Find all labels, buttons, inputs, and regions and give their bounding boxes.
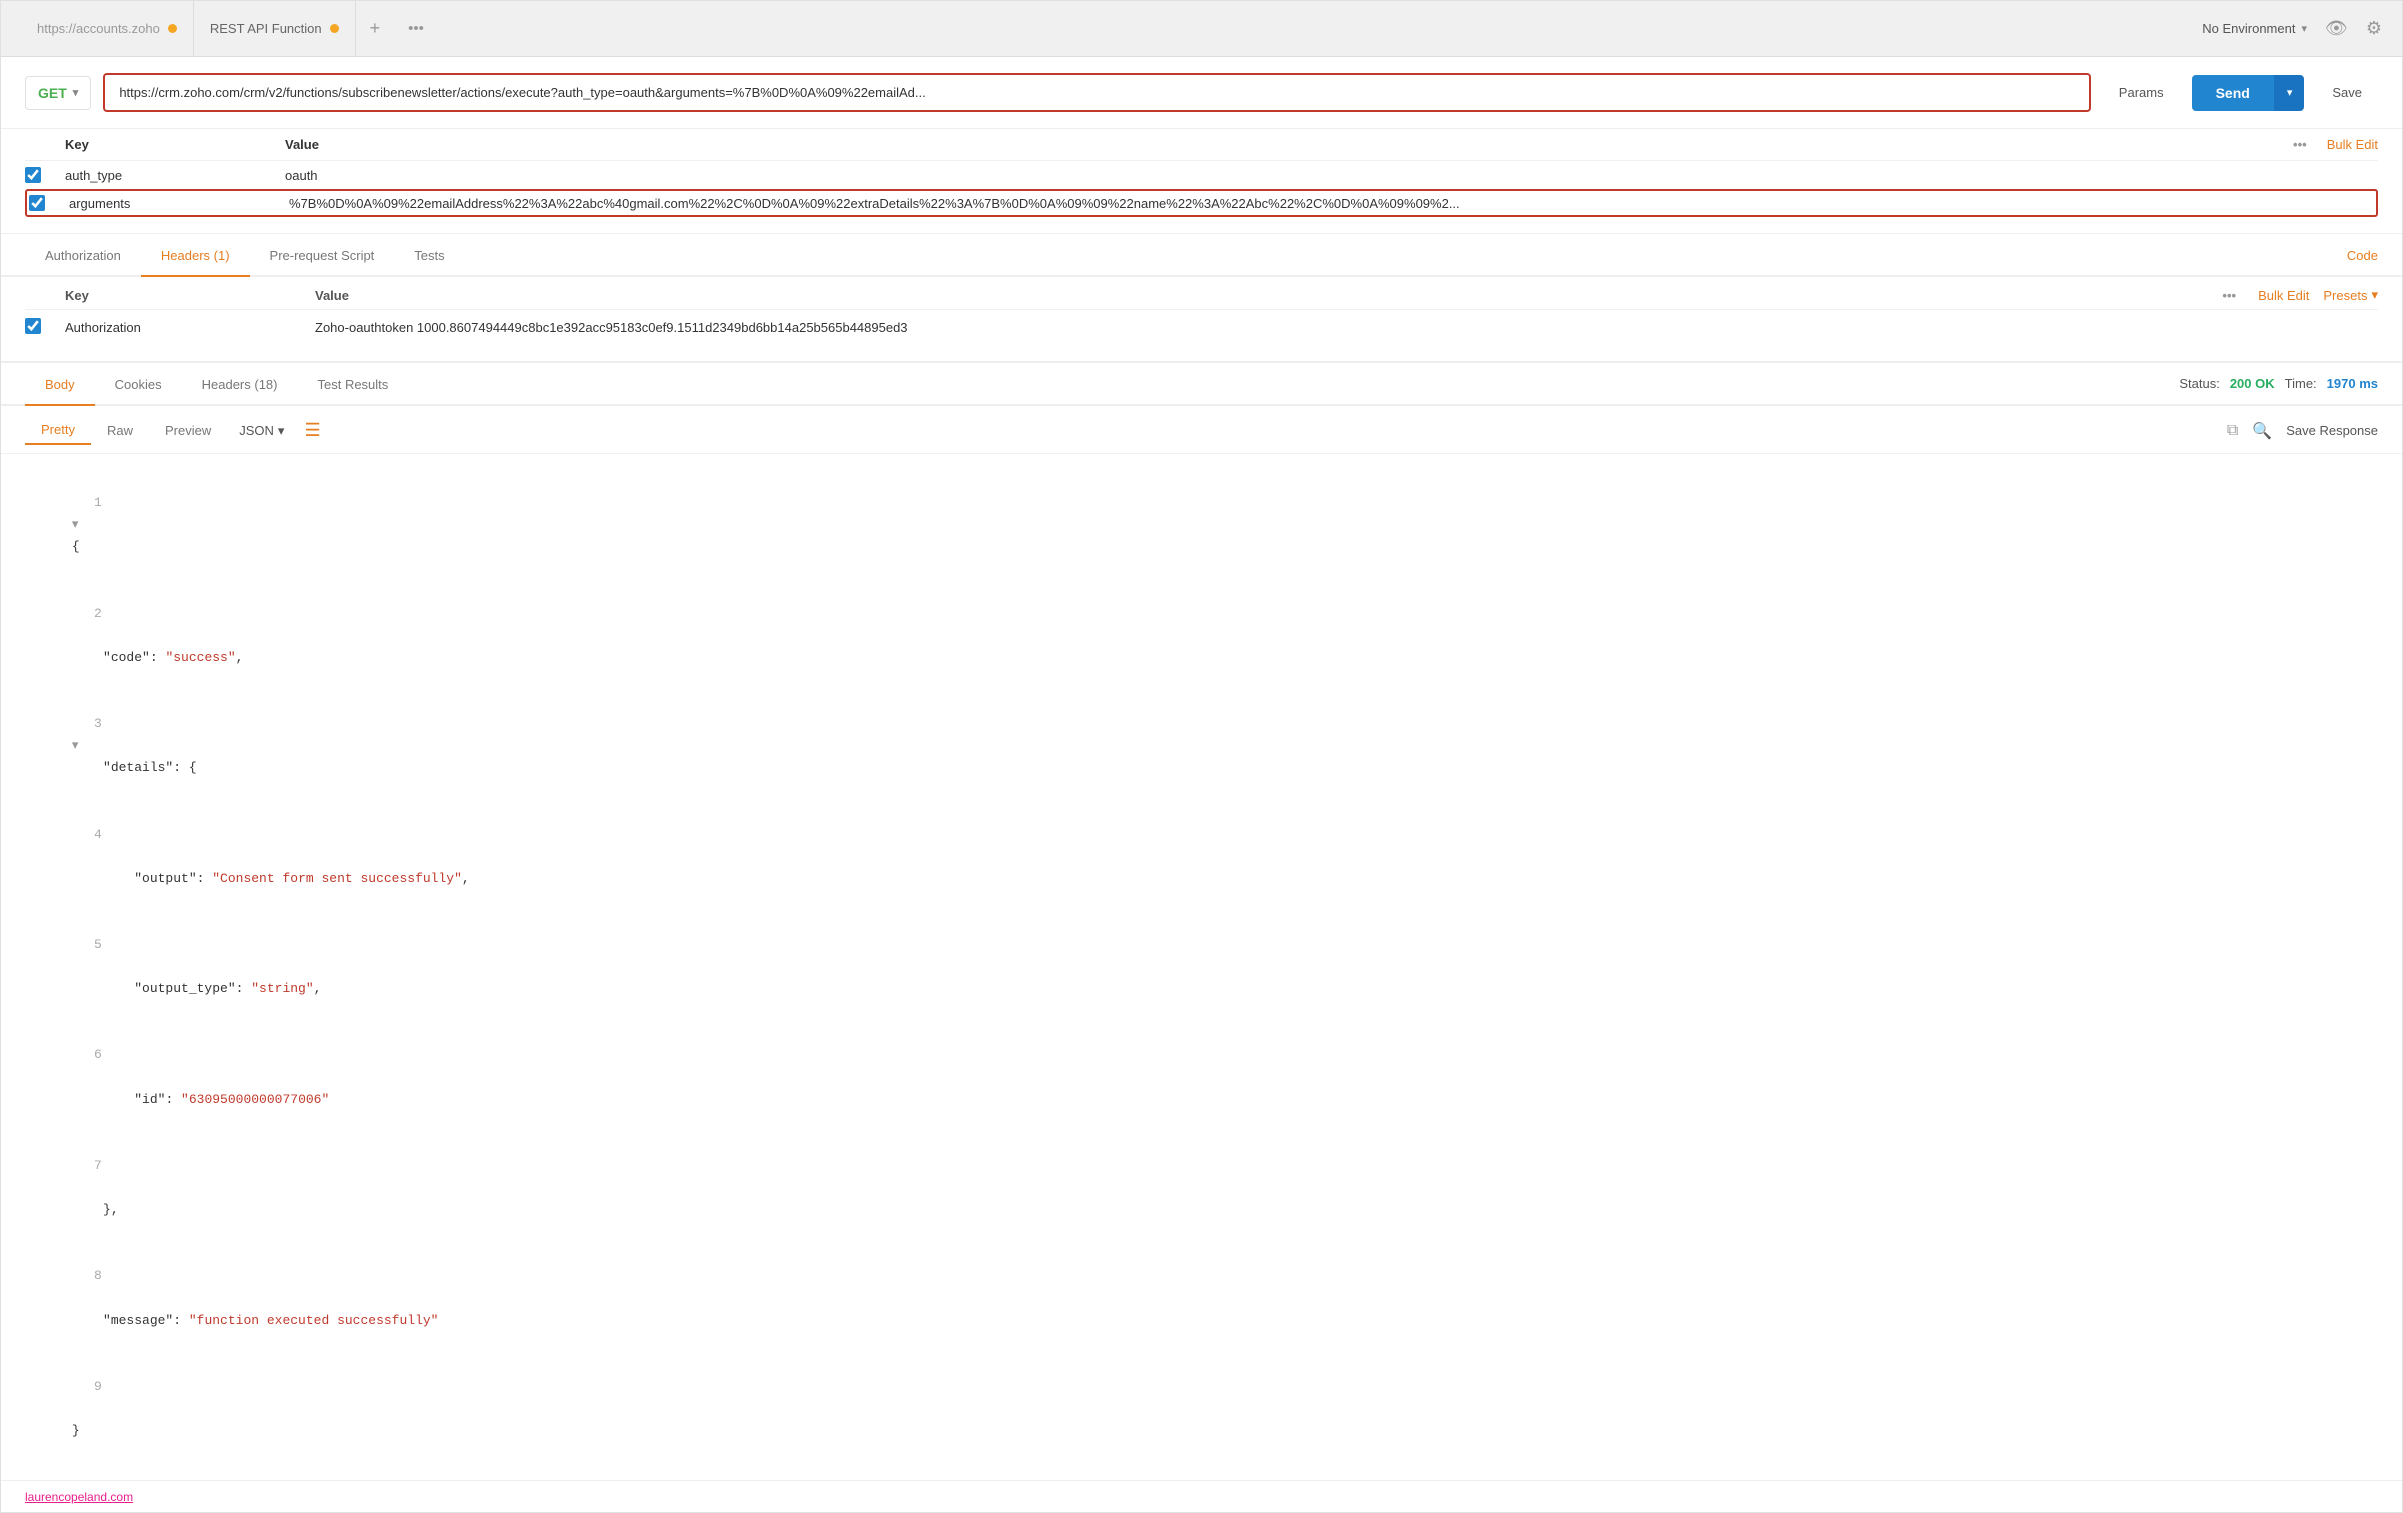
tab-bar: https://accounts.zoho REST API Function … (1, 1, 2402, 57)
param-arguments-key: arguments (69, 196, 289, 211)
format-tabs-bar: Pretty Raw Preview JSON ▾ ☰ ⧉ 🔍 Save Res… (1, 406, 2402, 454)
json-format-select[interactable]: JSON ▾ (227, 417, 296, 445)
param-auth-type-key: auth_type (65, 168, 285, 183)
response-tab-cookies[interactable]: Cookies (95, 363, 182, 406)
params-table-header: Key Value ••• Bulk Edit (25, 129, 2378, 160)
h-header-actions: ••• Bulk Edit Presets ▾ (2222, 287, 2378, 303)
tab-add-button[interactable]: + (356, 1, 395, 56)
param-auth-type-value: oauth (285, 168, 2378, 183)
json-line-2: 2 "code": "success", (25, 580, 2378, 690)
response-tabs-bar: Body Cookies Headers (18) Test Results S… (1, 363, 2402, 406)
time-value: 1970 ms (2327, 376, 2378, 391)
method-chevron-icon: ▾ (73, 86, 79, 99)
tab-pre-request[interactable]: Pre-request Script (250, 234, 395, 277)
h-key-col-header: Key (65, 288, 315, 303)
url-input[interactable] (103, 73, 2090, 112)
settings-icon[interactable]: ⚙ (2366, 18, 2382, 39)
footer: laurencopeland.com (1, 1480, 2402, 1512)
value-col-header: Value (285, 137, 2293, 152)
wrap-lines-icon[interactable]: ☰ (296, 420, 328, 441)
json-line-8: 8 "message": "function executed successf… (25, 1243, 2378, 1353)
send-dropdown-button[interactable]: ▾ (2274, 75, 2305, 111)
format-tab-pretty[interactable]: Pretty (25, 416, 91, 445)
section-tabs: Authorization Headers (1) Pre-request Sc… (1, 234, 2402, 277)
response-meta: Status: 200 OK Time: 1970 ms (2179, 376, 2378, 391)
request-bar: GET ▾ Params Send ▾ Save (1, 57, 2402, 129)
send-button[interactable]: Send (2192, 75, 2274, 111)
code-button[interactable]: Code (2347, 234, 2378, 275)
save-response-button[interactable]: Save Response (2286, 423, 2378, 438)
env-selector[interactable]: No Environment ▾ (2202, 21, 2307, 36)
tab-accounts[interactable]: https://accounts.zoho (21, 1, 194, 56)
method-label: GET (38, 85, 67, 101)
tab-rest-api-label: REST API Function (210, 21, 322, 36)
tab-authorization[interactable]: Authorization (25, 234, 141, 277)
json-line-1: 1 ▾ { (25, 470, 2378, 580)
tab-tests[interactable]: Tests (394, 234, 464, 277)
tab-headers[interactable]: Headers (1) (141, 234, 250, 277)
footer-link[interactable]: laurencopeland.com (25, 1490, 133, 1504)
method-selector[interactable]: GET ▾ (25, 76, 91, 110)
save-button[interactable]: Save (2316, 75, 2378, 110)
copy-icon[interactable]: ⧉ (2227, 422, 2238, 440)
response-tab-headers[interactable]: Headers (18) (182, 363, 298, 406)
header-auth-value: Zoho-oauthtoken 1000.8607494449c8bc1e392… (315, 320, 2378, 335)
format-tab-raw[interactable]: Raw (91, 417, 149, 444)
env-label: No Environment (2202, 21, 2295, 36)
chevron-down-icon: ▾ (2301, 22, 2307, 35)
json-format-label: JSON (239, 423, 274, 438)
json-line-4: 4 "output": "Consent form sent successfu… (25, 801, 2378, 911)
params-table: Key Value ••• Bulk Edit auth_type oauth … (1, 129, 2402, 234)
header-auth-checkbox[interactable] (25, 318, 41, 334)
dots-header-icon[interactable]: ••• (2293, 137, 2307, 152)
param-auth-type-checkbox[interactable] (25, 167, 41, 183)
collapse-3[interactable]: ▾ (72, 738, 79, 753)
h-dots-icon[interactable]: ••• (2222, 288, 2236, 303)
eye-icon[interactable]: 👁 (2325, 18, 2348, 39)
param-row-arguments: arguments %7B%0D%0A%09%22emailAddress%22… (25, 189, 2378, 217)
presets-button[interactable]: Presets ▾ (2323, 287, 2378, 303)
search-icon[interactable]: 🔍 (2252, 421, 2272, 441)
send-btn-group: Send ▾ (2192, 75, 2305, 111)
param-arguments-value: %7B%0D%0A%09%22emailAddress%22%3A%22abc%… (289, 196, 2374, 211)
tab-more-button[interactable]: ••• (394, 1, 438, 56)
response-tab-body[interactable]: Body (25, 363, 95, 406)
format-icons: ⧉ 🔍 Save Response (2227, 421, 2378, 441)
json-format-chevron-icon: ▾ (278, 423, 285, 439)
header-row-authorization: Authorization Zoho-oauthtoken 1000.86074… (25, 309, 2378, 345)
h-value-col-header: Value (315, 288, 2222, 303)
bulk-edit-button[interactable]: Bulk Edit (2327, 137, 2378, 152)
tab-accounts-dot (168, 24, 177, 33)
status-value: 200 OK (2230, 376, 2275, 391)
json-line-6: 6 "id": "63095000000077006" (25, 1022, 2378, 1132)
headers-table-header: Key Value ••• Bulk Edit Presets ▾ (25, 277, 2378, 309)
param-arguments-checkbox[interactable] (29, 195, 45, 211)
url-input-wrapper (103, 73, 2090, 112)
time-label: Time: (2285, 376, 2317, 391)
h-bulk-edit-button[interactable]: Bulk Edit (2258, 288, 2309, 303)
tab-rest-api-dot (330, 24, 339, 33)
json-line-3: 3 ▾ "details": { (25, 691, 2378, 801)
key-col-header: Key (65, 137, 285, 152)
tab-accounts-label: https://accounts.zoho (37, 21, 160, 36)
status-label: Status: (2179, 376, 2219, 391)
header-auth-key: Authorization (65, 320, 315, 335)
format-tab-preview[interactable]: Preview (149, 417, 227, 444)
headers-section: Key Value ••• Bulk Edit Presets ▾ Author… (1, 277, 2402, 363)
json-viewer: 1 ▾ { 2 "code": "success", 3 ▾ "details"… (1, 454, 2402, 1480)
response-tab-test-results[interactable]: Test Results (297, 363, 408, 406)
json-line-5: 5 "output_type": "string", (25, 912, 2378, 1022)
params-button[interactable]: Params (2103, 77, 2180, 108)
collapse-1[interactable]: ▾ (72, 517, 79, 532)
json-line-9: 9 } (25, 1354, 2378, 1464)
tab-bar-right: No Environment ▾ 👁 ⚙ (2202, 18, 2382, 39)
params-header-actions: ••• Bulk Edit (2293, 137, 2378, 152)
app-container: https://accounts.zoho REST API Function … (0, 0, 2403, 1513)
json-line-7: 7 }, (25, 1133, 2378, 1243)
presets-chevron-icon: ▾ (2371, 287, 2378, 303)
param-row-auth-type: auth_type oauth (25, 160, 2378, 189)
tab-rest-api[interactable]: REST API Function (194, 1, 356, 56)
